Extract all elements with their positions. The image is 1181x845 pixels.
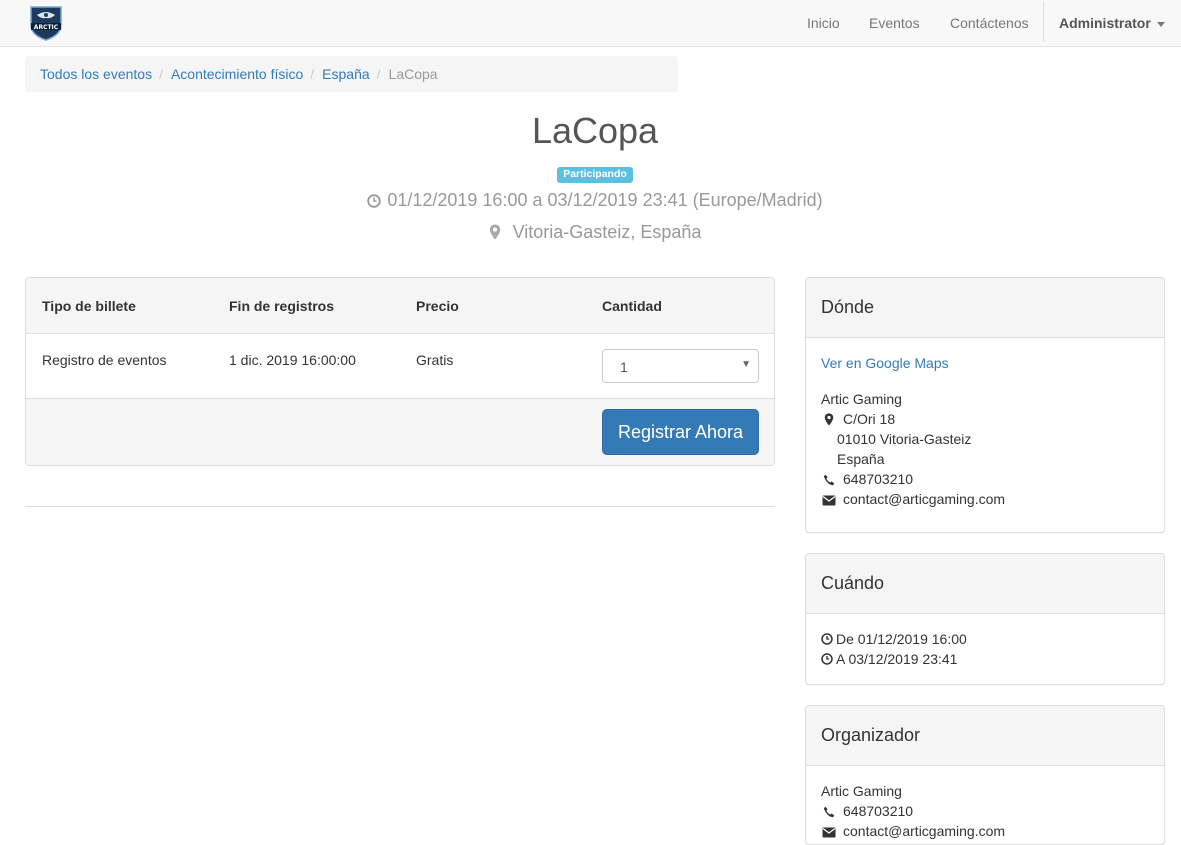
when-panel: Cuándo De 01/12/2019 16:00 A 03/12/2019 … <box>805 553 1165 685</box>
event-location-text: Vitoria-Gasteiz, España <box>512 222 702 242</box>
organizer-name: Artic Gaming <box>821 783 902 799</box>
organizer-phone-row: 648703210 <box>821 801 1149 821</box>
register-now-button[interactable]: Registrar Ahora <box>602 409 759 455</box>
organizer-phone: 648703210 <box>843 803 914 819</box>
clock-icon <box>367 194 382 208</box>
breadcrumb-all-events[interactable]: Todos los eventos <box>40 66 152 82</box>
event-location: Vitoria-Gasteiz, España <box>0 221 1181 243</box>
map-marker-icon <box>821 411 837 431</box>
dropdown-arrow-icon: ▼ <box>741 359 751 370</box>
when-end-row: A 03/12/2019 23:41 <box>821 649 1149 669</box>
breadcrumb-current: LaCopa <box>388 66 438 82</box>
tickets-table-header: Tipo de billete Fin de registros Precio … <box>26 278 774 334</box>
when-end: A 03/12/2019 23:41 <box>836 651 958 667</box>
breadcrumb-separator: / <box>376 66 381 82</box>
venue-email-row: contact@articgaming.com <box>821 489 1149 509</box>
breadcrumb-country[interactable]: España <box>322 66 369 82</box>
status-badge: Participando <box>557 167 633 183</box>
map-marker-icon <box>489 224 500 240</box>
venue-name: Artic Gaming <box>821 391 902 407</box>
when-start: De 01/12/2019 16:00 <box>836 631 967 647</box>
breadcrumb-separator: / <box>159 66 163 82</box>
phone-icon <box>821 803 837 823</box>
event-dates-text: 01/12/2019 16:00 a 03/12/2019 23:41 (Eur… <box>387 190 823 210</box>
breadcrumb-separator: / <box>310 66 315 82</box>
tickets-panel: Tipo de billete Fin de registros Precio … <box>25 277 775 466</box>
column-header-quantity: Cantidad <box>602 298 662 314</box>
registration-end-cell: 1 dic. 2019 16:00:00 <box>229 352 356 368</box>
venue-phone: 648703210 <box>843 471 914 487</box>
venue-street-row: C/Ori 18 <box>821 409 1149 429</box>
clock-icon <box>821 653 833 665</box>
venue-city: 01010 Vitoria-Gasteiz <box>837 431 972 447</box>
organizer-email[interactable]: contact@articgaming.com <box>843 823 1005 839</box>
venue-phone-row: 648703210 <box>821 469 1149 489</box>
organizer-panel-title: Organizador <box>806 706 1164 766</box>
breadcrumb-physical-event[interactable]: Acontecimiento físico <box>171 66 303 82</box>
logo-text: ARCTIC <box>34 24 59 31</box>
quantity-value: 1 <box>620 359 628 375</box>
caret-down-icon <box>1156 21 1165 27</box>
ticket-type-cell: Registro de eventos <box>42 352 167 368</box>
when-start-row: De 01/12/2019 16:00 <box>821 629 1149 649</box>
tickets-footer: Registrar Ahora <box>26 398 774 465</box>
event-title: LaCopa <box>531 110 659 151</box>
venue-email[interactable]: contact@articgaming.com <box>843 491 1005 507</box>
user-menu-label: Administrator <box>1059 15 1151 31</box>
event-dates: 01/12/2019 16:00 a 03/12/2019 23:41 (Eur… <box>0 189 1181 211</box>
column-header-ticket-type: Tipo de billete <box>42 298 136 314</box>
nav-inicio[interactable]: Inicio <box>807 14 840 32</box>
when-panel-title: Cuándo <box>806 554 1164 614</box>
column-header-price: Precio <box>416 298 459 314</box>
breadcrumb: Todos los eventos / Acontecimiento físico /… <box>25 56 678 92</box>
top-navbar: ARCTIC Inicio Eventos Contáctenos Admini… <box>0 0 1181 47</box>
divider-line <box>25 506 775 507</box>
venue-street: C/Ori 18 <box>843 411 896 427</box>
where-panel-title: Dónde <box>806 278 1164 338</box>
user-menu-dropdown[interactable]: Administrator <box>1059 14 1165 32</box>
column-header-registration-end: Fin de registros <box>229 298 335 314</box>
nav-eventos[interactable]: Eventos <box>869 14 920 32</box>
clock-icon <box>821 633 833 645</box>
brand-logo[interactable]: ARCTIC <box>27 3 65 41</box>
venue-country: España <box>837 451 885 467</box>
organizer-email-row: contact@articgaming.com <box>821 821 1149 841</box>
quantity-select[interactable]: 1 ▼ <box>602 349 759 383</box>
envelope-icon <box>821 823 837 843</box>
nav-contactenos[interactable]: Contáctenos <box>950 14 1029 32</box>
envelope-icon <box>821 491 837 511</box>
organizer-panel: Organizador Artic Gaming 648703210 conta… <box>805 705 1165 845</box>
google-maps-link[interactable]: Ver en Google Maps <box>821 355 949 371</box>
where-panel: Dónde Ver en Google Maps Artic Gaming C/… <box>805 277 1165 533</box>
nav-divider <box>1043 2 1044 42</box>
phone-icon <box>821 471 837 491</box>
price-cell: Gratis <box>416 352 454 368</box>
